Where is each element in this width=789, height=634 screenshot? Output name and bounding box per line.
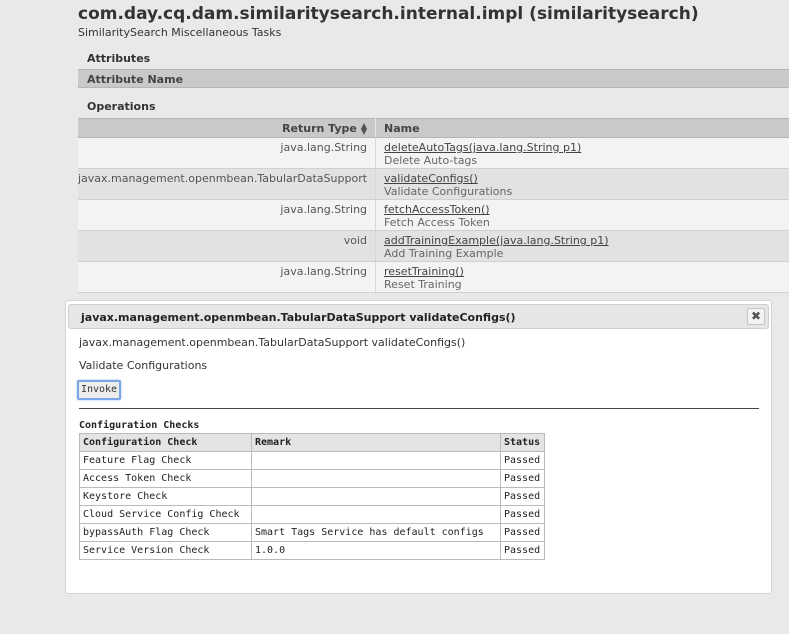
check-name: Access Token Check xyxy=(79,469,252,488)
operation-link[interactable]: deleteAutoTags(java.lang.String p1) xyxy=(384,141,789,154)
table-row: java.lang.String resetTraining() Reset Tr… xyxy=(78,261,789,293)
table-row: javax.management.openmbean.TabularDataSu… xyxy=(78,168,789,200)
return-type-cell: java.lang.String xyxy=(78,137,377,169)
name-header[interactable]: Name xyxy=(375,118,789,138)
check-remark: Smart Tags Service has default configs xyxy=(251,523,501,542)
column-header: Status xyxy=(500,433,545,452)
divider xyxy=(79,408,759,409)
check-name: Keystore Check xyxy=(79,487,252,506)
result-title: Configuration Checks xyxy=(79,420,200,431)
check-remark xyxy=(251,451,501,470)
invoke-dialog: javax.management.openmbean.TabularDataSu… xyxy=(65,300,772,594)
sort-icon: ▲ ▼ xyxy=(360,120,368,136)
operation-description: Reset Training xyxy=(384,278,462,291)
operation-link[interactable]: addTrainingExample(java.lang.String p1) xyxy=(384,234,789,247)
attributes-heading: Attributes xyxy=(87,52,151,65)
check-name: bypassAuth Flag Check xyxy=(79,523,252,542)
operation-link[interactable]: fetchAccessToken() xyxy=(384,203,789,216)
return-type-cell: java.lang.String xyxy=(78,199,377,231)
check-name: Service Version Check xyxy=(79,541,252,560)
close-button[interactable]: ✖ xyxy=(747,308,765,325)
invoke-button[interactable]: Invoke xyxy=(77,380,121,400)
page-subtitle: SimilaritySearch Miscellaneous Tasks xyxy=(78,26,282,39)
operations-heading: Operations xyxy=(87,100,156,113)
check-remark xyxy=(251,469,501,488)
table-row: java.lang.String fetchAccessToken() Fetch… xyxy=(78,199,789,231)
page-title: com.day.cq.dam.similaritysearch.internal… xyxy=(78,4,699,24)
check-status: Passed xyxy=(500,541,545,560)
result-table: Configuration Check Remark Status Featur… xyxy=(79,433,545,560)
operation-link[interactable]: validateConfigs() xyxy=(384,172,789,185)
return-type-cell: java.lang.String xyxy=(78,261,377,293)
operations-table: Return Type ▲ ▼ Name java.lang.String dele… xyxy=(78,118,789,293)
return-type-cell: javax.management.openmbean.TabularDataSu… xyxy=(78,168,377,200)
check-name: Cloud Service Config Check xyxy=(79,505,252,524)
return-type-header[interactable]: Return Type ▲ ▼ xyxy=(78,118,377,138)
operation-signature: javax.management.openmbean.TabularDataSu… xyxy=(79,336,466,349)
attribute-name-header[interactable]: Attribute Name xyxy=(78,69,789,88)
table-row: bypassAuth Flag Check Smart Tags Service… xyxy=(79,523,545,542)
dialog-titlebar[interactable]: javax.management.openmbean.TabularDataSu… xyxy=(68,304,769,329)
check-remark xyxy=(251,487,501,506)
check-remark: 1.0.0 xyxy=(251,541,501,560)
check-name: Feature Flag Check xyxy=(79,451,252,470)
table-row: Keystore Check Passed xyxy=(79,487,545,506)
column-header: Configuration Check xyxy=(79,433,252,452)
operation-description: Fetch Access Token xyxy=(384,216,490,229)
check-status: Passed xyxy=(500,505,545,524)
operation-description: Delete Auto-tags xyxy=(384,154,478,167)
operation-link[interactable]: resetTraining() xyxy=(384,265,789,278)
check-status: Passed xyxy=(500,523,545,542)
return-type-cell: void xyxy=(78,230,377,262)
dialog-title: javax.management.openmbean.TabularDataSu… xyxy=(81,311,516,324)
table-row: Service Version Check 1.0.0 Passed xyxy=(79,541,545,560)
operation-description: Validate Configurations xyxy=(384,185,513,198)
check-remark xyxy=(251,505,501,524)
check-status: Passed xyxy=(500,469,545,488)
table-row: Cloud Service Config Check Passed xyxy=(79,505,545,524)
table-row: Feature Flag Check Passed xyxy=(79,451,545,470)
check-status: Passed xyxy=(500,451,545,470)
operation-description: Add Training Example xyxy=(384,247,504,260)
column-header: Remark xyxy=(251,433,501,452)
check-status: Passed xyxy=(500,487,545,506)
return-type-header-label: Return Type xyxy=(282,121,357,135)
operation-description-text: Validate Configurations xyxy=(79,359,208,372)
table-row: java.lang.String deleteAutoTags(java.lan… xyxy=(78,137,789,169)
close-icon: ✖ xyxy=(750,309,762,323)
table-row: Access Token Check Passed xyxy=(79,469,545,488)
table-row: void addTrainingExample(java.lang.String… xyxy=(78,230,789,262)
